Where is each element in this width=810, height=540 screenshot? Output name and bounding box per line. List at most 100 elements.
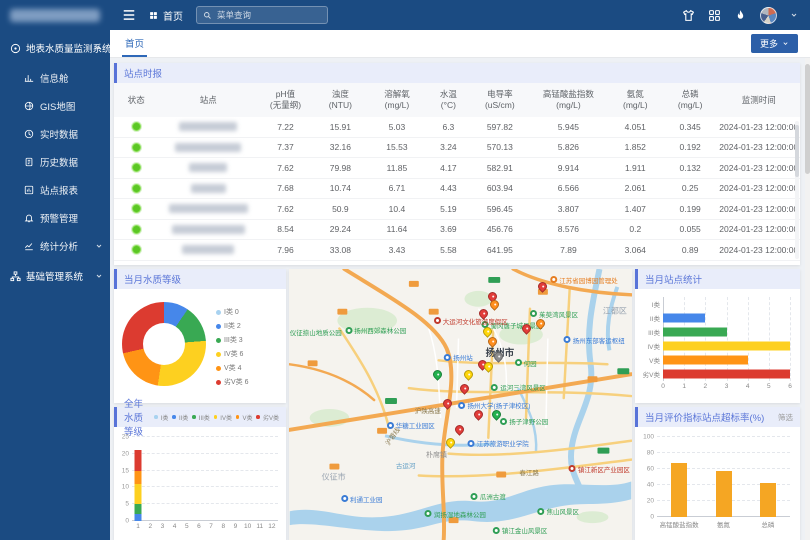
value-cell: 1.407 — [608, 204, 663, 214]
sidebar-item-gis-map[interactable]: GIS地图 — [0, 92, 110, 120]
flame-icon[interactable] — [734, 9, 747, 22]
bar-segment — [135, 471, 142, 484]
yearly-grade-panel: 全年水质等级 I类II类III类IV类V类劣V类 051015202512345… — [114, 407, 286, 540]
table-row[interactable]: 7.6250.910.45.19596.453.8071.4070.199202… — [114, 199, 800, 220]
station-report-panel: 站点时报 状态站点pH值(无量纲)浊度(NTU)溶解氧(mg/L)水温(°C)电… — [114, 63, 800, 265]
system-icon — [10, 43, 21, 54]
value-cell: 15.53 — [368, 142, 426, 152]
user-avatar[interactable] — [760, 7, 777, 24]
x-tick-label: 氨氮 — [717, 519, 730, 529]
doc-icon — [24, 157, 34, 167]
value-cell: 7.89 — [529, 245, 608, 255]
table-row[interactable]: 7.2215.915.036.3597.825.9454.0510.345202… — [114, 117, 800, 138]
value-cell: 10.4 — [368, 204, 426, 214]
category-label: II类 — [650, 313, 663, 323]
poi-icon — [459, 402, 466, 409]
value-cell: 29.24 — [313, 224, 368, 234]
chevron-down-icon — [95, 242, 103, 250]
map-label-town: 朴席镇 — [426, 450, 447, 460]
value-cell: 50.9 — [313, 204, 368, 214]
value-cell: 15.91 — [313, 122, 368, 132]
value-cell: 1.911 — [608, 163, 663, 173]
layout-screens-icon[interactable] — [708, 9, 721, 22]
monthly-grade-panel: 当月水质等级 I类 0II类 2III类 3IV类 6V类 4劣V类 6 — [114, 269, 286, 403]
sidebar-item-history-data[interactable]: 历史数据 — [0, 148, 110, 176]
stacked-bar — [171, 437, 178, 521]
sidebar-item-label: 统计分析 — [40, 239, 78, 253]
main-content: 站点时报 状态站点pH值(无量纲)浊度(NTU)溶解氧(mg/L)水温(°C)电… — [110, 58, 810, 540]
x-tick-label: 2 — [704, 383, 708, 390]
gridline — [705, 297, 706, 381]
table-row[interactable]: 7.6279.9811.854.17582.919.9141.9110.1322… — [114, 158, 800, 179]
table-row[interactable]: 7.3732.1615.533.24570.135.8261.8520.1922… — [114, 138, 800, 159]
stacked-bar — [135, 437, 142, 521]
sidebar-item-stat-analysis[interactable]: 统计分析 — [0, 232, 110, 260]
page-scrollbar[interactable] — [805, 58, 810, 540]
stacked-bar — [147, 437, 154, 521]
map-label-district: 仪征市 — [322, 472, 346, 483]
bar — [663, 356, 748, 365]
filter-link[interactable]: 筛选 — [778, 412, 793, 423]
sidebar-item-station-report[interactable]: 站点报表 — [0, 176, 110, 204]
sidebar-group-base-system[interactable]: 基础管理系统 — [0, 260, 110, 292]
table-scrollbar[interactable] — [795, 121, 799, 259]
map-label-poi-green: 茱萸湾风景区 — [530, 309, 578, 319]
table-row[interactable]: 7.6810.746.714.43603.946.5662.0610.25202… — [114, 179, 800, 200]
stacked-bar — [159, 437, 166, 521]
chevron-down-icon[interactable] — [790, 11, 798, 19]
bar — [671, 463, 687, 517]
y-tick-label: 10 — [122, 484, 132, 491]
donut-chart — [122, 302, 206, 386]
sidebar-item-label: GIS地图 — [40, 99, 75, 113]
poi-icon — [569, 465, 576, 472]
value-cell: 2024-01-23 12:00:00 — [718, 224, 800, 234]
more-tabs-button[interactable]: 更多 — [751, 34, 798, 53]
app-logo — [10, 9, 100, 22]
status-dot-normal — [132, 225, 141, 234]
menu-search-box[interactable] — [196, 6, 328, 24]
y-tick-label: 20 — [122, 450, 132, 457]
bar-segment — [135, 484, 142, 504]
panel-title-text: 当月水质等级 — [124, 272, 181, 286]
sitemap-icon — [10, 271, 21, 282]
value-cell: 4.17 — [426, 163, 471, 173]
sidebar-item-warning-mgmt[interactable]: 预警管理 — [0, 204, 110, 232]
value-cell: 2024-01-23 12:00:00 — [718, 122, 800, 132]
map-label-poi-blue: 利通工业园 — [341, 494, 383, 504]
column-header-5: 水温(°C) — [426, 89, 471, 110]
gis-map[interactable]: 扬州市江都区仪征市朴席镇扬州西郊森林公园仪征捺山地质公园茱萸湾风景区蜀冈唐子城风… — [289, 269, 632, 540]
sidebar-group-surface-water-system[interactable]: 地表水质量监测系统 — [0, 32, 110, 64]
value-cell: 7.62 — [258, 204, 313, 214]
x-tick-label: 高锰酸盐指数 — [660, 519, 699, 529]
y-tick-label: 40 — [647, 482, 657, 489]
column-header-2: pH值(无量纲) — [258, 89, 313, 110]
table-row[interactable]: 8.5429.2411.643.69456.768.5760.20.055202… — [114, 220, 800, 241]
hamburger-menu-icon[interactable] — [122, 8, 136, 22]
theme-skin-icon[interactable] — [682, 9, 695, 22]
monthly-station-count-panel: 当月站点统计 0123456I类II类III类IV类V类劣V类 — [635, 269, 800, 403]
topbar-actions — [682, 7, 798, 24]
menu-search-input[interactable] — [217, 10, 321, 20]
value-cell: 3.43 — [368, 245, 426, 255]
value-cell: 5.945 — [529, 122, 608, 132]
value-cell: 596.45 — [471, 204, 529, 214]
table-row[interactable]: 7.9633.083.435.58641.957.893.0640.892024… — [114, 240, 800, 261]
poi-icon — [341, 495, 348, 502]
value-cell: 3.24 — [426, 142, 471, 152]
gridline — [657, 436, 790, 437]
sidebar-item-info-cabin[interactable]: 信息舱 — [0, 64, 110, 92]
column-header-8: 氨氮(mg/L) — [608, 89, 663, 110]
y-tick-label: 60 — [647, 466, 657, 473]
bar — [760, 483, 776, 517]
column-header-9: 总磷(mg/L) — [663, 89, 718, 110]
value-cell: 7.62 — [258, 163, 313, 173]
legend-item: IV类 — [214, 413, 232, 422]
x-tick-label: 11 — [256, 523, 263, 530]
sidebar-item-realtime-data[interactable]: 实时数据 — [0, 120, 110, 148]
map-label-district: 江都区 — [603, 306, 627, 317]
exceed-rate-panel: 当月评价指标站点超标率(%) 筛选 020406080100高锰酸盐指数氨氮总磷 — [635, 407, 800, 540]
sidebar-item-label: 历史数据 — [40, 155, 78, 169]
tab-home[interactable]: 首页 — [122, 30, 147, 57]
breadcrumb[interactable]: 首页 — [149, 8, 183, 23]
stacked-bar — [208, 437, 215, 521]
